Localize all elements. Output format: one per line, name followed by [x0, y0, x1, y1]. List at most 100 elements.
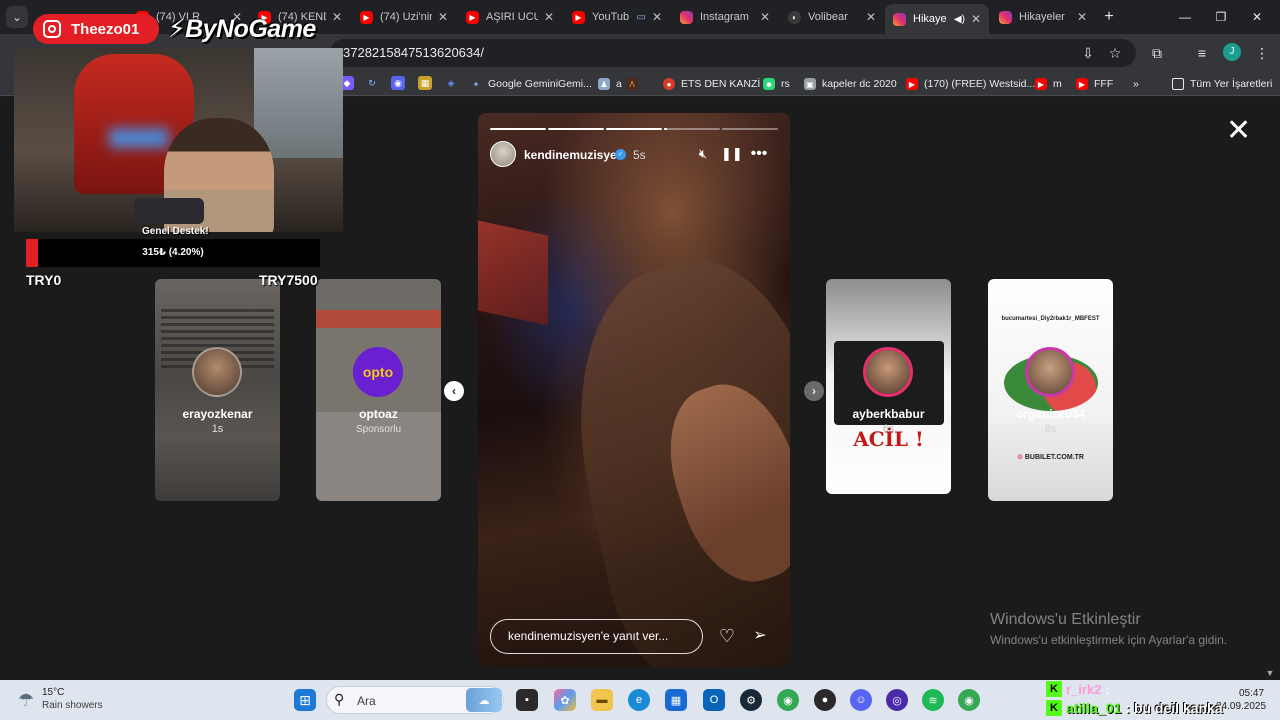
instagram-icon [999, 10, 1012, 24]
tab-search-button[interactable]: ⌄ [6, 6, 28, 28]
tab-hikaye-active[interactable]: Hikaye ◀) ✕ [885, 4, 989, 34]
tab-youtube-5[interactable]: ▶ YouTub ▭ ✕ [564, 5, 670, 29]
logo-icon: Λ [626, 78, 638, 90]
card-username: erayozkenar [182, 407, 253, 421]
story-card-erayozkenar[interactable]: erayozkenar 1s [155, 279, 280, 501]
bookmark-m[interactable]: ▶ m [1035, 76, 1062, 92]
game-icon: ☻ [763, 78, 775, 90]
window-close-button[interactable]: ✕ [1234, 0, 1280, 34]
install-app-icon[interactable]: ⇩ [1078, 43, 1098, 63]
search-icon: ⚲ [334, 691, 345, 707]
close-icon[interactable]: ✕ [971, 12, 981, 26]
discord-icon[interactable]: ◉ [391, 76, 405, 90]
store-icon[interactable]: ▦ [665, 689, 687, 711]
story-media[interactable] [478, 113, 790, 667]
app-icon[interactable]: ◎ [886, 689, 908, 711]
bookmark-kapeler[interactable]: ▣ kapeler dc 2020 [804, 76, 897, 92]
tab-hikayeler[interactable]: Hikayeler ✕ [991, 5, 1095, 29]
tab-youtube-4[interactable]: ▶ AŞIRI UCU ✕ [458, 5, 562, 29]
tab-youtube-3[interactable]: ▶ (74) Uzi'nin ✕ [352, 5, 456, 29]
media-controls-icon[interactable]: ≡ [1192, 43, 1212, 63]
edge-icon[interactable]: e [628, 689, 650, 711]
address-url[interactable]: 3728215847513620634/ [343, 45, 484, 60]
send-icon[interactable]: ➢ [749, 625, 771, 647]
next-story-arrow-icon[interactable]: › [804, 381, 824, 401]
speaker-icon[interactable]: ◀) [954, 14, 965, 25]
story-card-ayberkbabur[interactable]: ayberkbabur 6s ACİL ! [826, 279, 951, 494]
close-stories-icon[interactable]: ✕ [1226, 116, 1251, 146]
start-windows-icon[interactable]: ⊞ [294, 689, 316, 711]
story-reply-input[interactable]: kendinemuzisyen'e yanıt ver... [490, 619, 703, 654]
story-card-organize034[interactable]: bucumartesi_Diy2rbak1r_MBFEST organize03… [988, 279, 1113, 501]
bookmark-label: rs [781, 78, 790, 90]
tab-title: Hikaye [913, 13, 947, 25]
story-progress-segment [722, 128, 778, 130]
cam-mic-shape [134, 198, 204, 224]
clock-date[interactable]: 24.09.2025 [1216, 701, 1266, 712]
tab-volibear[interactable]: ◐ Volibear ✕ [780, 5, 884, 29]
scroll-down-arrow-icon[interactable]: ▼ [1264, 668, 1276, 678]
previous-story-arrow-icon[interactable]: ‹ [444, 381, 464, 401]
tab-title: Instagram [700, 11, 749, 23]
clock-time[interactable]: 05:47 [1239, 688, 1264, 699]
bookmark-gemini[interactable]: ✦ Google GeminiGemi... [470, 76, 592, 92]
tab-instagram[interactable]: Instagram ✕ [672, 5, 778, 29]
close-icon[interactable]: ✕ [1077, 10, 1087, 24]
steam-icon[interactable]: ⚙ [740, 689, 762, 711]
chrome-icon[interactable]: ◉ [777, 689, 799, 711]
close-icon[interactable]: ✕ [760, 10, 770, 24]
bookmark-ets[interactable]: ● ETS DEN KANZİ [663, 76, 760, 92]
bookmark-label: (170) (FREE) Westsid... [924, 78, 1036, 90]
card-time: 1s [211, 423, 224, 435]
author-avatar[interactable] [490, 141, 516, 167]
new-tab-button[interactable]: + [1100, 8, 1118, 26]
weather-temperature[interactable]: 15°C [42, 687, 64, 698]
bookmarks-overflow-chevron-icon[interactable]: » [1133, 76, 1139, 92]
bookmark-icon-2[interactable]: ↻ [365, 76, 379, 90]
heart-icon[interactable]: ♡ [716, 625, 738, 647]
copilot-icon[interactable]: ✿ [554, 689, 576, 711]
kick-icon: K [1046, 700, 1062, 716]
bookmark-fff[interactable]: ▶ FFF [1076, 76, 1113, 92]
task-view-icon[interactable]: ▪ [516, 689, 538, 711]
more-options-icon[interactable]: ••• [750, 145, 768, 163]
link-icon: ⊘ [1017, 454, 1023, 461]
menu-kebab-icon[interactable]: ⋮ [1252, 43, 1272, 63]
extensions-icon[interactable]: ⧉ [1147, 43, 1167, 63]
close-icon[interactable]: ✕ [332, 10, 342, 24]
close-icon[interactable]: ✕ [438, 10, 448, 24]
search-highlight-icon[interactable]: ☁ [466, 688, 502, 712]
weather-description[interactable]: Rain showers [42, 700, 103, 711]
outlook-icon[interactable]: O [703, 689, 725, 711]
story-card-optoaz[interactable]: opto optoaz Sponsorlu [316, 279, 441, 501]
story-progress-current [664, 128, 720, 130]
pause-icon[interactable]: ❚❚ [721, 145, 743, 163]
mute-icon[interactable]: 🔇︎ [694, 145, 712, 163]
bookmark-star-icon[interactable]: ☆ [1105, 43, 1125, 63]
folder-icon [1172, 78, 1184, 90]
profile-avatar[interactable]: J [1223, 43, 1241, 61]
all-bookmarks-folder[interactable]: Tüm Yer İşaretleri [1172, 76, 1272, 92]
tab-title: Volibear [808, 11, 848, 23]
bookmark-label: ETS DEN KANZİ [681, 78, 761, 90]
obs-icon[interactable]: ● [814, 689, 836, 711]
bookmark-a-2[interactable]: Λ [626, 76, 644, 92]
kick-icon: K [1046, 681, 1062, 697]
bookmark-a[interactable]: ♟ a [598, 76, 622, 92]
file-explorer-icon[interactable]: ▬ [591, 689, 613, 711]
league-icon: ◐ [788, 10, 801, 24]
instagram-handle: Theezo01 [71, 20, 140, 38]
bookmark-icon-4[interactable]: ▦ [418, 76, 432, 90]
chrome-canary-icon[interactable]: ◉ [958, 689, 980, 711]
close-icon[interactable]: ✕ [544, 10, 554, 24]
card-time: 8s [1044, 423, 1057, 435]
author-username[interactable]: kendinemuzisyen [524, 148, 624, 162]
rain-cloud-icon[interactable]: ☂ [14, 690, 38, 710]
discord-taskbar-icon[interactable]: ☺ [850, 689, 872, 711]
close-icon[interactable]: ✕ [652, 10, 662, 24]
close-icon[interactable]: ✕ [866, 10, 876, 24]
bookmark-rs[interactable]: ☻ rs [763, 76, 790, 92]
spotify-icon[interactable]: ≋ [922, 689, 944, 711]
bookmark-westside[interactable]: ▶ (170) (FREE) Westsid... [906, 76, 1035, 92]
bookmark-icon-5[interactable]: ◈ [444, 76, 458, 90]
